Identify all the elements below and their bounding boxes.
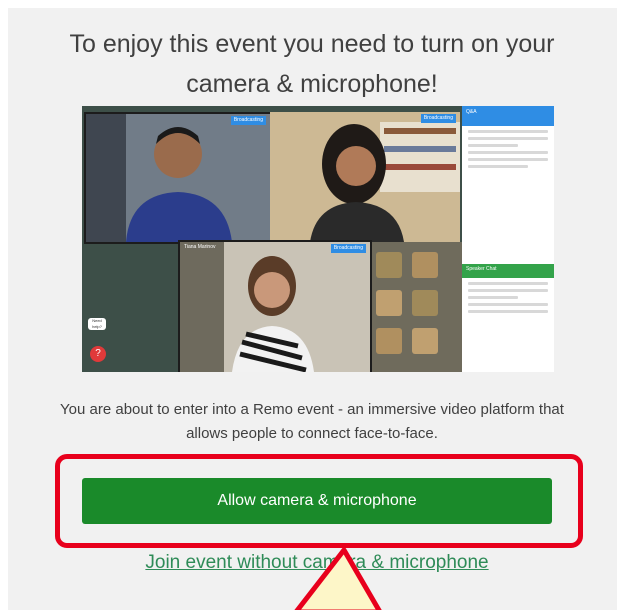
page-title: To enjoy this event you need to turn on … [69, 30, 555, 98]
help-icon: ? [90, 346, 106, 362]
help-bubble: Need help? [88, 318, 106, 330]
event-description: You are about to enter into a Remo event… [60, 401, 564, 442]
chat-sidebar: Q&A Speaker Chat [462, 106, 554, 372]
video-tile-1: Broadcasting [84, 112, 272, 244]
chat-section-title: Speaker Chat [462, 264, 554, 278]
floor-tables-icon [368, 242, 468, 372]
participant-name: Tiana Marinov [184, 244, 216, 250]
participant-silhouette-icon [270, 112, 460, 242]
participant-silhouette-icon [86, 114, 270, 242]
chat-title: Q&A [462, 106, 554, 126]
event-floor-map [368, 242, 468, 372]
broadcast-badge: Broadcasting [420, 114, 456, 123]
broadcast-badge: Broadcasting [330, 244, 366, 253]
join-without-camera-link[interactable]: Join event without camera & microphone [82, 552, 552, 574]
event-preview-image: Broadcasting Broadcasting Tiana Marinov … [82, 106, 554, 372]
participant-silhouette-icon [180, 242, 370, 372]
video-tile-2: Broadcasting [270, 112, 460, 242]
annotation-highlight-box [55, 454, 583, 548]
broadcast-badge: Broadcasting [230, 116, 266, 125]
video-tile-3: Tiana Marinov Broadcasting [178, 240, 372, 372]
